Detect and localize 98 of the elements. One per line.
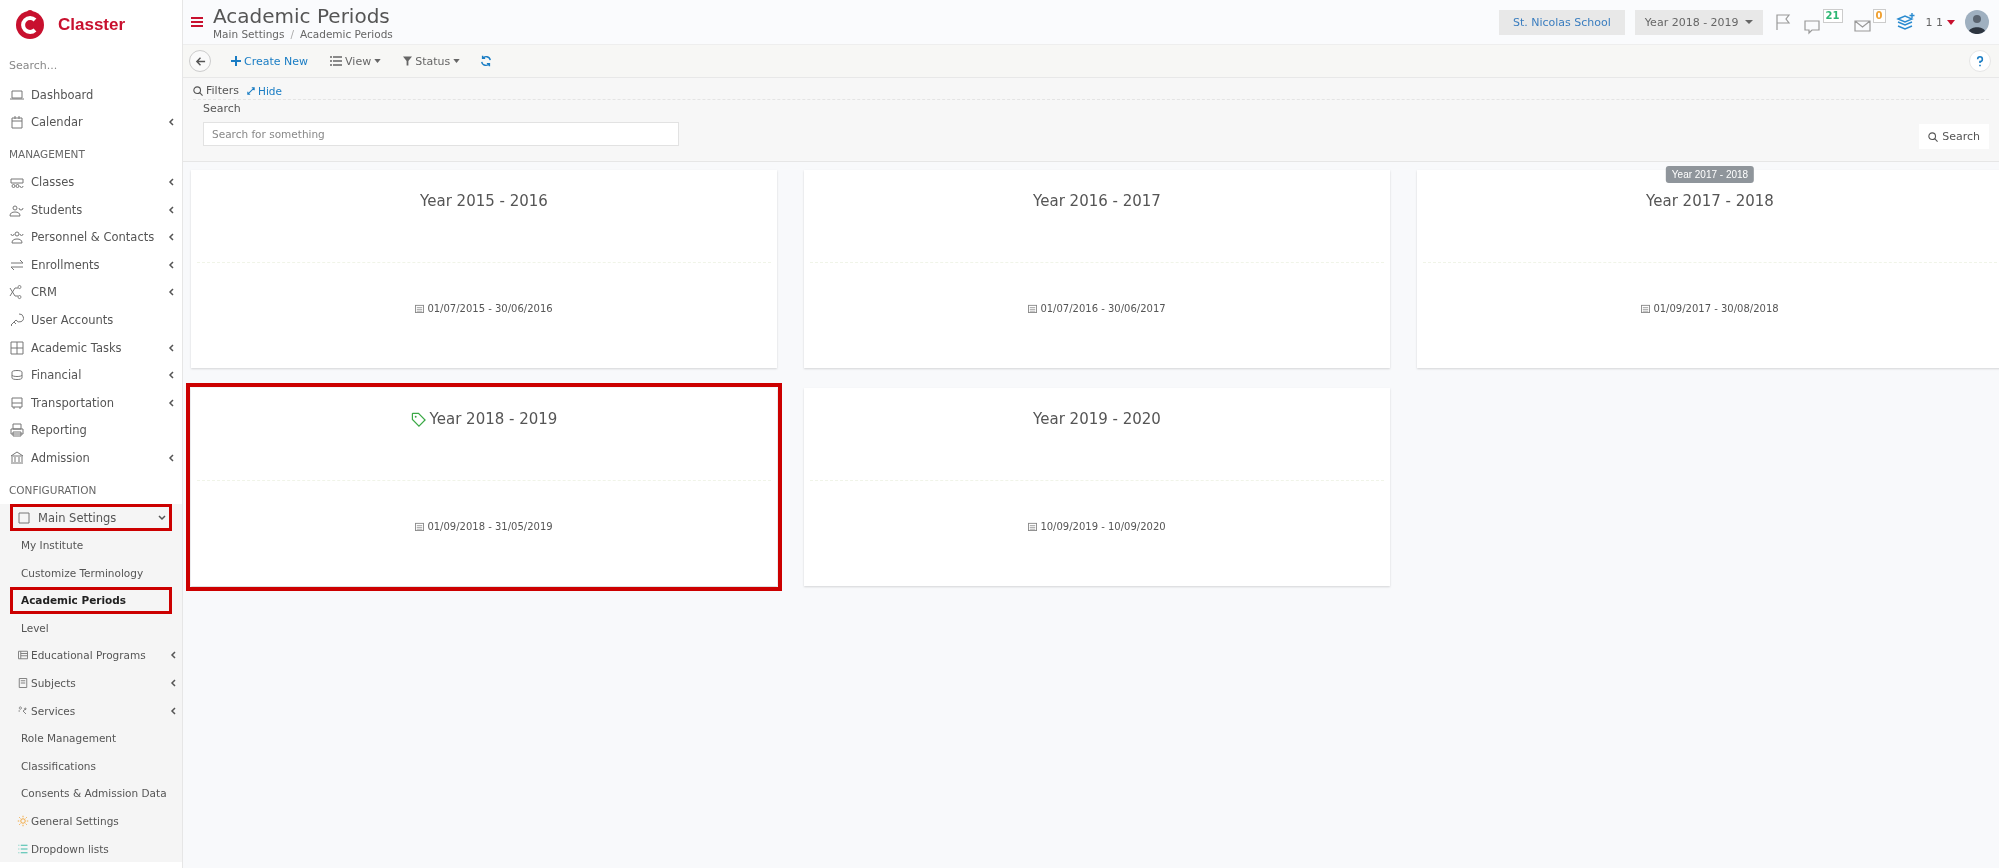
create-button[interactable]: Create New — [229, 52, 311, 70]
filter-icon — [403, 56, 413, 66]
period-dates: 01/09/2017 - 30/08/2018 — [1653, 303, 1779, 314]
search-icon — [1928, 131, 1939, 142]
chevron-left-icon — [168, 233, 176, 242]
breadcrumb-separator: / — [290, 28, 295, 40]
breadcrumb-item[interactable]: Academic Periods — [300, 28, 393, 40]
count-badge: 0 — [1872, 9, 1886, 23]
period-title: Year 2018 - 2019 — [429, 410, 558, 428]
submenu-item[interactable]: My Institute — [0, 531, 182, 559]
section-heading: MANAGEMENT — [8, 147, 86, 163]
sidebar-item[interactable]: Admission — [0, 444, 182, 472]
chevron-left-icon — [168, 398, 176, 407]
submenu-item[interactable]: Services — [0, 696, 182, 725]
search-icon — [193, 85, 203, 96]
list-icon — [330, 56, 343, 66]
chevron-left-icon — [168, 371, 176, 380]
plus-icon — [231, 56, 241, 66]
chevron-left-icon — [170, 679, 178, 688]
period-title: Year 2019 - 2020 — [1033, 410, 1161, 428]
chevron-left-icon — [170, 651, 178, 660]
sidebar-search-field[interactable]: Search... — [9, 56, 169, 75]
section-heading: CONFIGURATION — [8, 482, 98, 498]
calendar-icon — [1641, 304, 1651, 313]
calendar-icon — [415, 522, 425, 531]
count-badge: 21 — [1822, 9, 1843, 23]
submenu-item[interactable]: Customize Terminology — [0, 558, 182, 587]
logo-icon — [14, 9, 46, 41]
sidebar-item[interactable]: Dashboard — [0, 81, 182, 109]
school-button[interactable]: St. Nicolas School — [1498, 9, 1625, 35]
submenu-item[interactable]: General Settings — [0, 807, 182, 835]
tooltip: Year 2017 - 2018 — [1665, 166, 1755, 183]
period-title: Year 2016 - 2017 — [1033, 192, 1161, 210]
layers-add-icon[interactable] — [1895, 12, 1916, 32]
search-label: Search — [202, 101, 242, 117]
calendar-icon — [415, 304, 425, 313]
period-card[interactable]: Year 2019 - 2020 10/09/2019 - 10/09/2020 — [804, 388, 1390, 586]
period-title: Year 2015 - 2016 — [420, 192, 548, 210]
submenu-item[interactable]: Level — [0, 614, 182, 642]
avatar-icon[interactable] — [1965, 10, 1989, 34]
submenu-item[interactable]: Academic Periods — [10, 586, 172, 615]
submenu-item[interactable]: Role Management — [0, 724, 182, 753]
chevron-left-icon — [168, 260, 176, 269]
calendar-icon — [1028, 304, 1038, 313]
collapse-icon — [247, 86, 255, 95]
sidebar-item[interactable]: Enrollments — [0, 250, 182, 279]
sidebar-item[interactable]: Transportation — [0, 388, 182, 417]
calendar-icon — [1028, 522, 1038, 531]
hide-filters-link[interactable]: Hide — [247, 84, 282, 97]
sidebar-item[interactable]: Main Settings — [10, 503, 172, 532]
period-card[interactable]: Year 2016 - 2017 01/07/2016 - 30/06/2017 — [804, 170, 1390, 368]
caret-icon — [453, 59, 461, 63]
sidebar-item[interactable]: CRM — [0, 278, 182, 307]
caret-icon[interactable] — [1947, 19, 1955, 25]
sidebar-item[interactable]: Reporting — [0, 416, 182, 445]
refresh-icon[interactable] — [480, 55, 493, 67]
question-mark-icon — [1976, 55, 1984, 67]
chevron-left-icon — [168, 205, 176, 214]
chevron-left-icon — [168, 288, 176, 297]
submenu-item[interactable]: Classifications — [0, 752, 182, 780]
search-field[interactable]: Search for something — [203, 121, 679, 146]
submenu-item[interactable]: Dropdown lists — [0, 834, 182, 863]
sidebar-item[interactable]: Calendar — [0, 108, 182, 137]
chevron-left-icon — [168, 178, 176, 186]
period-dates: 01/07/2016 - 30/06/2017 — [1040, 303, 1166, 314]
sidebar-item[interactable]: Classes — [0, 168, 182, 196]
chevron-left-icon — [168, 453, 176, 462]
search-button[interactable]: Search — [1919, 124, 1989, 149]
submenu-item[interactable]: Subjects — [0, 669, 182, 697]
submenu-item[interactable]: Consents & Admission Data — [0, 779, 182, 808]
chevron-left-icon — [170, 706, 178, 715]
page-title: Academic Periods — [213, 4, 391, 28]
back-button[interactable] — [189, 50, 211, 72]
period-dates: 10/09/2019 - 10/09/2020 — [1040, 521, 1166, 532]
dropdown-button[interactable]: Status — [401, 52, 463, 70]
back-arrow-icon — [194, 55, 206, 67]
user-name[interactable]: 1 1 — [1925, 15, 1943, 29]
caret-icon — [1744, 19, 1753, 25]
period-card[interactable]: Year 2015 - 2016 01/07/2015 - 30/06/2016 — [191, 170, 777, 368]
caret-icon — [374, 59, 382, 63]
period-dates: 01/07/2015 - 30/06/2016 — [427, 303, 553, 314]
dropdown-button[interactable]: View — [328, 52, 384, 70]
period-dates: 01/09/2018 - 31/05/2019 — [427, 521, 553, 532]
period-title: Year 2017 - 2018 — [1646, 192, 1774, 210]
sidebar-item[interactable]: Students — [0, 195, 182, 224]
filters-label: Filters — [193, 84, 239, 97]
sidebar-item[interactable]: Personnel & Contacts — [0, 223, 182, 251]
submenu-item[interactable]: Educational Programs — [0, 641, 182, 670]
chevron-left-icon — [168, 118, 176, 127]
breadcrumb-item[interactable]: Main Settings — [213, 28, 285, 40]
sidebar-item[interactable]: Financial — [0, 361, 182, 389]
help-button[interactable] — [1969, 50, 1991, 72]
chevron-down-icon — [158, 513, 166, 522]
brand-name: Classter — [58, 15, 126, 35]
sidebar-item[interactable]: User Accounts — [0, 306, 182, 334]
sidebar-item[interactable]: Academic Tasks — [0, 333, 182, 362]
chevron-left-icon — [168, 343, 176, 352]
year-dropdown[interactable]: Year 2018 - 2019 — [1634, 9, 1763, 35]
